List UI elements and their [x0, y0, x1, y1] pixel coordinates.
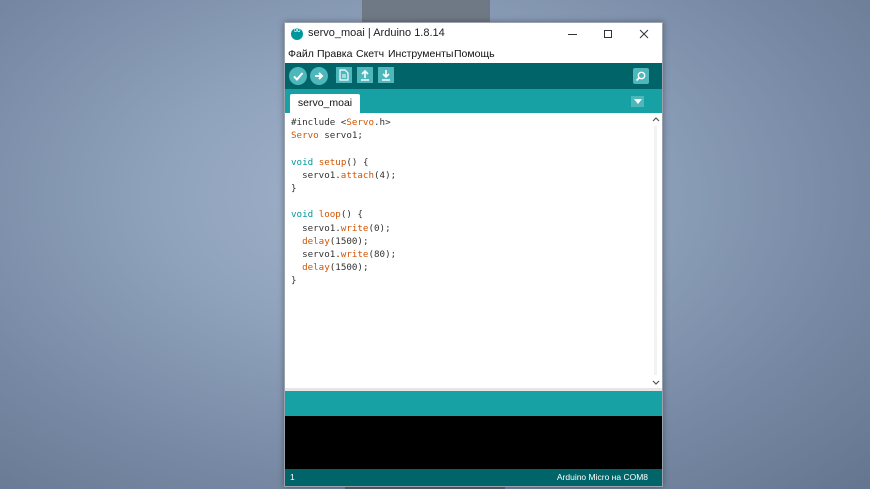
bottom-status-bar: 1 Arduino Micro на COM8 [285, 469, 662, 486]
close-icon [639, 29, 649, 39]
scroll-down-icon[interactable] [650, 376, 662, 388]
upload-button[interactable] [310, 67, 328, 85]
code-line: #include <Servo.h> [291, 117, 391, 128]
menu-help[interactable]: Помощь [454, 48, 495, 60]
console-output [285, 416, 662, 469]
chevron-down-icon [633, 99, 642, 104]
save-button[interactable] [378, 67, 394, 83]
code-line: servo1.write(0); [291, 222, 391, 234]
open-button[interactable] [357, 67, 373, 83]
verify-button[interactable] [289, 67, 307, 85]
window-title: servo_moai | Arduino 1.8.14 [308, 27, 445, 39]
code-line: void loop() { [291, 209, 363, 221]
menu-bar: Файл Правка Скетч Инструменты Помощь [285, 45, 662, 63]
message-area [285, 391, 662, 416]
new-button[interactable] [336, 67, 352, 83]
editor-scrollbar[interactable] [650, 113, 662, 388]
tab-strip: servo_moai [285, 89, 662, 113]
new-file-icon [339, 69, 349, 81]
menu-tools[interactable]: Инструменты [388, 48, 453, 60]
board-port-label: Arduino Micro на COM8 [556, 472, 648, 482]
minimize-button[interactable] [556, 23, 588, 45]
tab-servo-moai[interactable]: servo_moai [290, 94, 360, 113]
code-line: delay(1500); [302, 235, 369, 247]
scroll-track[interactable] [654, 126, 657, 375]
arduino-ide-window: servo_moai | Arduino 1.8.14 Файл Правка … [284, 22, 663, 487]
arrow-down-icon [382, 70, 390, 81]
toolbar [285, 63, 662, 89]
tab-menu-button[interactable] [631, 96, 644, 107]
code-line: } [291, 275, 297, 287]
check-icon [293, 72, 304, 81]
menu-file[interactable]: Файл [288, 48, 314, 60]
code-text[interactable]: #include <Servo.h> Servo servo1; void se… [291, 116, 396, 288]
magnifier-icon [635, 71, 646, 82]
arrow-up-icon [361, 69, 369, 81]
code-editor[interactable]: #include <Servo.h> Servo servo1; void se… [285, 113, 662, 388]
menu-sketch[interactable]: Скетч [356, 48, 384, 60]
code-line: delay(1500); [302, 262, 369, 274]
code-line: } [291, 183, 297, 195]
maximize-icon [604, 30, 612, 38]
code-line: servo1.write(80); [291, 249, 397, 261]
serial-monitor-button[interactable] [633, 68, 649, 84]
arduino-logo-icon [291, 25, 303, 40]
minimize-icon [567, 33, 577, 35]
line-number: 1 [290, 472, 295, 482]
title-bar[interactable]: servo_moai | Arduino 1.8.14 [285, 23, 662, 45]
code-line: servo1.attach(4); [291, 169, 397, 181]
close-button[interactable] [628, 23, 660, 45]
arrow-right-icon [315, 72, 324, 80]
scroll-up-icon[interactable] [650, 113, 662, 125]
code-line: Servo servo1; [291, 130, 363, 142]
menu-edit[interactable]: Правка [317, 48, 352, 60]
maximize-button[interactable] [592, 23, 624, 45]
code-line: void setup() { [291, 156, 369, 168]
